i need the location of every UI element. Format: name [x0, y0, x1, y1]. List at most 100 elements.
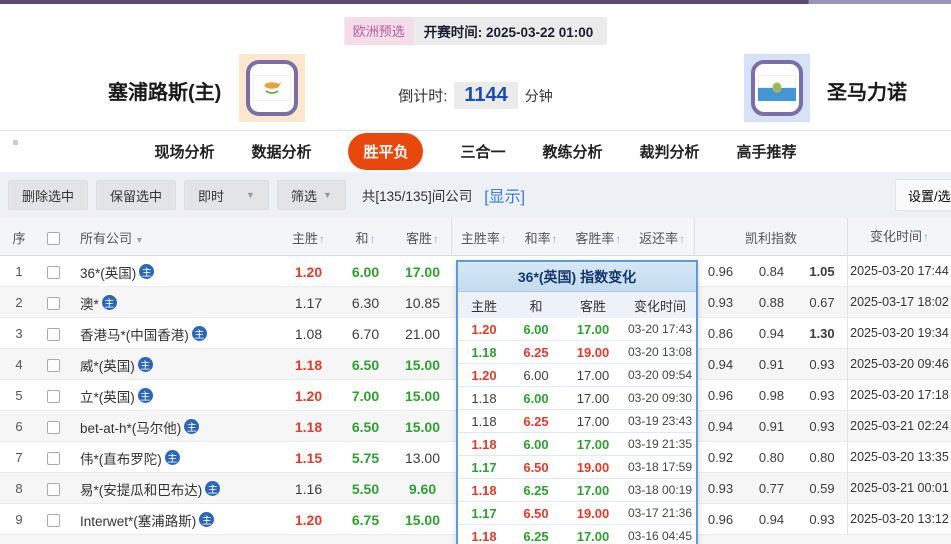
kelly-value: 0.84 — [758, 264, 785, 279]
row-checkbox-cell — [38, 326, 68, 342]
company-cell[interactable]: Interwet*(塞浦路斯) 主 — [68, 510, 280, 530]
tab-expert-picks[interactable]: 高手推荐 — [737, 141, 797, 162]
odds-value[interactable]: 1.18 — [280, 357, 337, 373]
header-company[interactable]: 所有公司 ▼ — [68, 228, 280, 247]
row-checkbox[interactable] — [46, 483, 60, 497]
popup-change-time: 03-19 23:43 — [627, 414, 693, 428]
row-checkbox-cell — [38, 357, 68, 373]
odds-history-popup: 36*(英国) 指数变化 主胜 和 客胜 变化时间 1.20 6.00 17.00 0… — [456, 260, 698, 544]
show-link[interactable]: [显示] — [484, 183, 525, 207]
odds-value[interactable]: 6.75 — [337, 512, 394, 528]
odds-value[interactable]: 1.20 — [280, 512, 337, 528]
company-cell[interactable]: 36*(英国) 主 — [68, 262, 280, 282]
popup-change-time: 03-17 21:36 — [627, 506, 693, 520]
company-cell[interactable]: 易*(安提瓜和巴布达) 主 — [68, 479, 280, 499]
countdown-unit: 分钟 — [524, 87, 553, 104]
odds-value[interactable]: 6.50 — [337, 357, 394, 373]
company-name: 36*(英国) — [80, 265, 137, 281]
keep-selected-button[interactable]: 保留选中 — [96, 180, 177, 210]
odds-value[interactable]: 9.60 — [394, 481, 451, 497]
company-cell[interactable]: 威*(英国) 主 — [68, 355, 280, 375]
header-home-rate[interactable]: 主胜率↑ — [461, 228, 507, 247]
row-checkbox[interactable] — [46, 421, 60, 435]
header-draw-rate[interactable]: 和率↑ — [525, 228, 558, 247]
odds-value[interactable]: 1.20 — [280, 264, 337, 280]
odds-value[interactable]: 17.00 — [394, 264, 451, 280]
popup-header-time: 变化时间 — [633, 298, 686, 314]
delete-selected-button[interactable]: 删除选中 — [8, 180, 89, 210]
header-away-odds[interactable]: 客胜↑ — [394, 228, 451, 247]
row-checkbox[interactable] — [46, 390, 60, 404]
odds-value[interactable]: 7.00 — [337, 388, 394, 404]
sort-up-icon: ↑ — [615, 231, 622, 246]
row-checkbox[interactable] — [46, 359, 60, 373]
header-home-rate-label: 主胜率 — [460, 230, 500, 246]
header-away-rate[interactable]: 客胜率↑ — [575, 228, 621, 247]
row-checkbox[interactable] — [46, 328, 60, 342]
odds-value[interactable]: 1.18 — [280, 419, 337, 435]
company-cell[interactable]: 伟*(直布罗陀) 主 — [68, 448, 280, 468]
odds-value[interactable]: 15.00 — [394, 388, 451, 404]
odds-value[interactable]: 1.17 — [280, 295, 337, 311]
home-mark-icon: 主 — [184, 419, 200, 434]
kickoff-info: 欧洲预选 开赛时间: 2025-03-22 01:00 — [343, 17, 608, 45]
tab-live-analysis[interactable]: 现场分析 — [154, 141, 214, 162]
odds-value[interactable]: 6.00 — [337, 264, 394, 280]
company-cell[interactable]: 立*(英国) 主 — [68, 386, 280, 406]
kelly-value: 0.91 — [758, 419, 785, 434]
tab-win-draw-loss[interactable]: 胜平负 — [348, 133, 424, 170]
row-checkbox[interactable] — [46, 514, 60, 528]
filter-dropdown[interactable]: 筛选 ▼ — [276, 180, 346, 210]
row-seq: 2 — [15, 295, 23, 310]
change-time: 2025-03-20 17:18 — [847, 380, 951, 411]
kelly-value: 0.94 — [758, 326, 785, 341]
odds-value[interactable]: 1.16 — [280, 481, 337, 497]
popup-change-time: 03-20 17:43 — [627, 322, 693, 336]
kelly-value: 0.86 — [707, 326, 734, 341]
odds-value[interactable]: 6.50 — [337, 419, 394, 435]
tab-coach-analysis[interactable]: 教练分析 — [543, 141, 603, 162]
odds-value[interactable]: 1.15 — [280, 450, 337, 466]
odds-value[interactable]: 15.00 — [394, 357, 451, 373]
odds-value[interactable]: 6.30 — [337, 295, 394, 311]
tab-data-analysis[interactable]: 数据分析 — [251, 141, 311, 162]
company-cell[interactable]: 澳* 主 — [68, 293, 280, 313]
header-draw-odds[interactable]: 和↑ — [337, 228, 394, 247]
live-dropdown[interactable]: 即时 ▼ — [184, 180, 269, 210]
tab-referee-analysis[interactable]: 裁判分析 — [640, 141, 700, 162]
row-checkbox[interactable] — [46, 297, 60, 311]
company-cell[interactable]: bet-at-h*(马尔他) 主 — [68, 417, 280, 437]
header-change-time[interactable]: 变化时间↑ — [847, 218, 951, 256]
sort-up-icon: ↑ — [923, 230, 929, 244]
header-home-odds[interactable]: 主胜↑ — [280, 228, 337, 247]
odds-value[interactable]: 10.85 — [394, 295, 451, 311]
kelly-value: 0.93 — [707, 481, 734, 496]
tab-three-in-one[interactable]: 三合一 — [460, 141, 505, 162]
popup-odds-value: 6.25 — [523, 482, 549, 498]
kelly-value: 0.80 — [809, 450, 835, 465]
popup-odds-value: 19.00 — [576, 459, 610, 475]
odds-value[interactable]: 5.75 — [337, 450, 394, 466]
odds-value[interactable]: 21.00 — [394, 326, 451, 342]
sort-up-icon: ↑ — [433, 231, 439, 246]
sort-up-icon: ↑ — [551, 231, 558, 246]
odds-value[interactable]: 13.00 — [394, 450, 451, 466]
odds-value[interactable]: 15.00 — [394, 419, 451, 435]
odds-value[interactable]: 15.00 — [394, 512, 451, 528]
company-cell[interactable]: 香港马*(中国香港) 主 — [68, 324, 280, 344]
popup-row: 1.18 6.00 17.00 03-20 09:30 — [458, 387, 696, 410]
select-all-checkbox[interactable] — [46, 231, 60, 245]
header-select-all — [38, 229, 68, 245]
popup-odds-value: 6.50 — [523, 459, 549, 475]
odds-value[interactable]: 1.08 — [280, 326, 337, 342]
odds-value[interactable]: 5.50 — [337, 481, 394, 497]
odds-value[interactable]: 1.20 — [280, 388, 337, 404]
home-mark-icon: 主 — [164, 450, 180, 465]
countdown-label: 倒计时: — [398, 88, 448, 105]
row-checkbox[interactable] — [46, 452, 60, 466]
odds-value[interactable]: 6.70 — [337, 326, 394, 342]
popup-odds-value: 6.00 — [523, 367, 549, 383]
header-return-rate[interactable]: 返还率↑ — [639, 228, 685, 247]
settings-button[interactable]: 设置/选择 — [895, 179, 951, 211]
row-checkbox[interactable] — [46, 266, 60, 280]
